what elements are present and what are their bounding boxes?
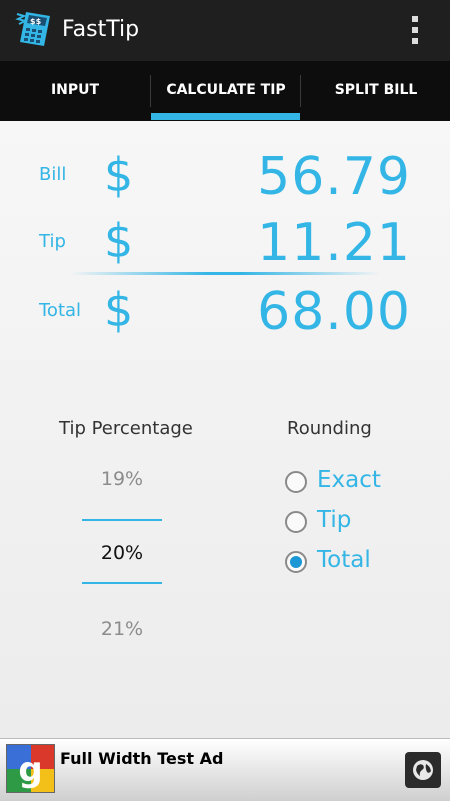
tip-currency-symbol: $ bbox=[104, 214, 134, 268]
rounding-option-label[interactable]: Exact bbox=[317, 467, 381, 493]
picker-divider-top bbox=[82, 519, 162, 521]
total-label: Total bbox=[39, 300, 82, 321]
bill-label: Bill bbox=[39, 164, 67, 185]
calculator-icon: $$ bbox=[14, 10, 54, 50]
summary-divider bbox=[70, 272, 380, 275]
overflow-menu-icon[interactable] bbox=[406, 14, 424, 46]
tab-calculate-tip[interactable]: CALCULATE TIP bbox=[151, 61, 301, 121]
tip-amount: 11.21 bbox=[257, 213, 411, 273]
ad-banner[interactable]: g Full Width Test Ad bbox=[0, 738, 450, 801]
radio-button-checked-icon[interactable] bbox=[285, 551, 307, 573]
tab-bar: INPUT CALCULATE TIP SPLIT BILL bbox=[0, 61, 450, 121]
ad-text[interactable]: Full Width Test Ad bbox=[60, 749, 223, 768]
app-title: FastTip bbox=[62, 17, 140, 42]
picker-divider-bottom bbox=[82, 582, 162, 584]
tip-percentage-selected[interactable]: 20% bbox=[82, 542, 162, 564]
tip-label: Tip bbox=[39, 231, 66, 252]
tab-split-bill[interactable]: SPLIT BILL bbox=[301, 61, 450, 121]
total-amount: 68.00 bbox=[257, 282, 411, 342]
svg-text:g: g bbox=[18, 750, 42, 790]
tip-percentage-next[interactable]: 21% bbox=[82, 618, 162, 640]
bill-currency-symbol: $ bbox=[104, 148, 134, 202]
bill-amount: 56.79 bbox=[257, 147, 411, 207]
google-logo-icon: g bbox=[6, 744, 55, 793]
action-bar: $$ FastTip bbox=[0, 0, 450, 61]
rounding-option-label[interactable]: Total bbox=[317, 547, 371, 573]
rounding-title: Rounding bbox=[287, 418, 372, 439]
rounding-option-label[interactable]: Tip bbox=[317, 507, 351, 533]
tab-input[interactable]: INPUT bbox=[0, 61, 150, 121]
tip-percentage-title: Tip Percentage bbox=[59, 418, 193, 439]
tip-percentage-previous[interactable]: 19% bbox=[82, 468, 162, 490]
radio-button-icon[interactable] bbox=[285, 471, 307, 493]
svg-text:$$: $$ bbox=[30, 17, 42, 26]
globe-icon[interactable] bbox=[405, 752, 441, 788]
total-currency-symbol: $ bbox=[104, 283, 134, 337]
radio-button-icon[interactable] bbox=[285, 511, 307, 533]
selected-tab-indicator bbox=[151, 113, 300, 120]
